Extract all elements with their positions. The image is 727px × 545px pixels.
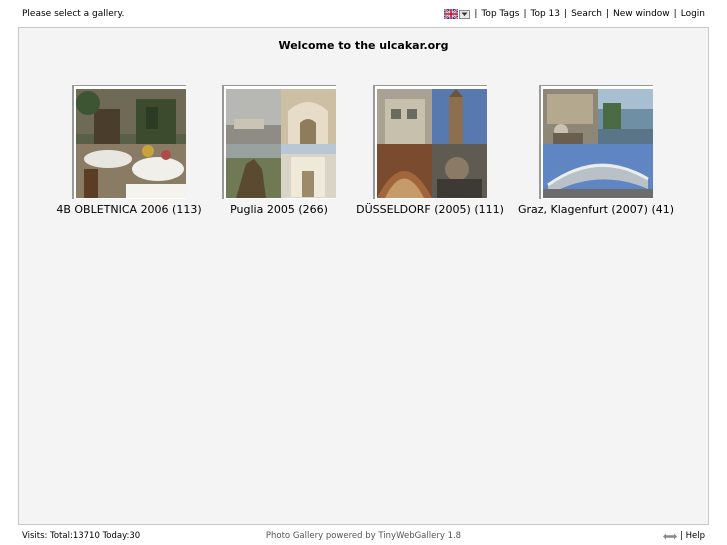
- gallery-label[interactable]: Graz, Klagenfurt (2007) (41): [516, 203, 676, 216]
- gallery-item-puglia[interactable]: Puglia 2005 (266): [199, 85, 359, 216]
- gallery-thumbnail-frame: [373, 85, 487, 199]
- gallery-label[interactable]: Puglia 2005 (266): [199, 203, 359, 216]
- gallery-item-graz[interactable]: Graz, Klagenfurt (2007) (41): [516, 85, 676, 216]
- help-link[interactable]: | Help: [680, 531, 705, 541]
- chevron-down-icon: [461, 12, 468, 16]
- nav-separator: |: [564, 9, 568, 19]
- gallery-thumbnail-image: [226, 89, 336, 198]
- new-window-link[interactable]: New window: [613, 9, 670, 19]
- footer: Visits: Total:13710 Today:30 Photo Galle…: [0, 528, 727, 545]
- uk-flag-icon[interactable]: [444, 9, 459, 19]
- nav-separator: |: [673, 9, 677, 19]
- gallery-thumbnail-image: [377, 89, 487, 198]
- gallery-item-dusseldorf[interactable]: DÜSSELDORF (2005) (111): [350, 85, 510, 216]
- gallery-thumbnail-frame: [222, 85, 336, 199]
- welcome-heading: Welcome to the ulcakar.org: [278, 39, 449, 52]
- gallery-label[interactable]: DÜSSELDORF (2005) (111): [350, 203, 510, 216]
- language-dropdown[interactable]: [459, 9, 471, 19]
- gallery-thumbnail-image: [76, 89, 186, 198]
- gallery-label[interactable]: 4B OBLETNICA 2006 (113): [49, 203, 209, 216]
- footer-help: | Help: [663, 531, 705, 541]
- top-navigation: | Top Tags | Top 13 | Search | New windo…: [444, 9, 705, 19]
- login-link[interactable]: Login: [681, 9, 705, 19]
- status-message: Please select a gallery.: [22, 9, 125, 19]
- gallery-thumbnail-image: [543, 89, 653, 198]
- gallery-thumbnail-frame: [539, 85, 653, 199]
- top-13-link[interactable]: Top 13: [531, 9, 561, 19]
- gallery-panel: Welcome to the ulcakar.org 4B OBLETNICA …: [18, 27, 709, 525]
- nav-separator: |: [474, 9, 478, 19]
- nav-separator: |: [523, 9, 527, 19]
- search-link[interactable]: Search: [571, 9, 602, 19]
- powered-by-text: Photo Gallery powered by TinyWebGallery …: [265, 531, 462, 541]
- gallery-thumbnail-frame: [72, 85, 186, 199]
- top-tags-link[interactable]: Top Tags: [481, 9, 519, 19]
- nav-separator: |: [605, 9, 610, 19]
- top-bar: Please select a gallery. | Top Tags | To…: [0, 0, 727, 26]
- fullscreen-icon[interactable]: [663, 533, 678, 540]
- gallery-item-obletnica[interactable]: 4B OBLETNICA 2006 (113): [49, 85, 209, 216]
